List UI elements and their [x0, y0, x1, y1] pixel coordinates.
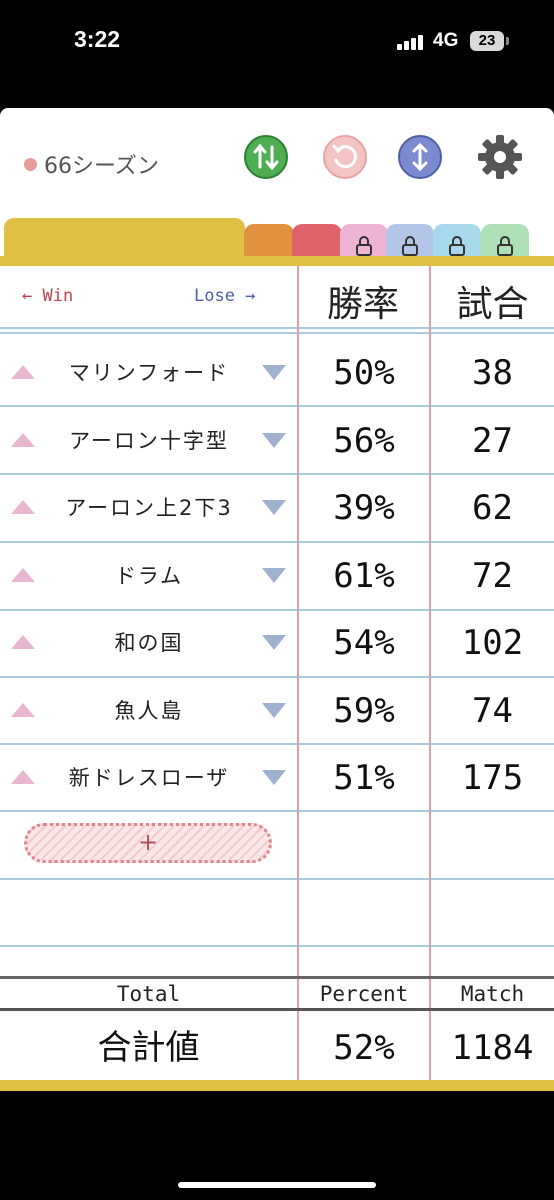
percent-label: Percent: [319, 982, 409, 1006]
status-bar: 3:22 4G 23: [0, 0, 554, 80]
total-match: 1184: [451, 1028, 534, 1068]
deck-name: 和の国: [114, 631, 184, 655]
win-rate: 54%: [333, 623, 395, 663]
sort-button[interactable]: [397, 134, 443, 180]
deck-name: 魚人島: [114, 699, 184, 723]
table-row: マリンフォード 50% 38: [0, 340, 554, 406]
win-up-icon[interactable]: [11, 703, 35, 717]
table-row: 新ドレスローザ 51% 175: [0, 745, 554, 811]
total-label: Total: [116, 982, 181, 1006]
deck-name: アーロン十字型: [69, 429, 229, 453]
season-dot-icon: [24, 158, 37, 171]
swap-vertical-icon: [244, 135, 288, 179]
table-row: ドラム 61% 72: [0, 543, 554, 609]
total-value: 合計値: [97, 1028, 200, 1068]
app-panel: 66シーズン ← Win Lose → 勝率 試合 マリンフォード 50% 38…: [0, 108, 554, 1091]
lose-down-icon[interactable]: [262, 770, 286, 785]
lose-down-icon[interactable]: [262, 365, 286, 380]
undo-button[interactable]: [322, 134, 368, 180]
rule-line: [0, 945, 554, 947]
table-row: アーロン上2下3 39% 62: [0, 475, 554, 541]
network-type: 4G: [433, 30, 459, 51]
lock-icon: [449, 236, 465, 256]
win-rate: 59%: [333, 691, 395, 731]
battery-icon: 23: [470, 31, 504, 51]
undo-icon: [323, 135, 367, 179]
deck-name: ドラム: [114, 564, 184, 588]
lose-down-icon[interactable]: [262, 703, 286, 718]
win-rate: 39%: [333, 488, 395, 528]
rule-line: [0, 878, 554, 880]
win-up-icon[interactable]: [11, 635, 35, 649]
lose-down-icon[interactable]: [262, 500, 286, 515]
table-row: アーロン十字型 56% 27: [0, 408, 554, 474]
sort-icon: [398, 135, 442, 179]
win-rate: 51%: [333, 758, 395, 798]
settings-button[interactable]: [477, 134, 523, 180]
win-label: ← Win: [22, 286, 74, 306]
match-count: 72: [472, 556, 513, 596]
table-row: 和の国 54% 102: [0, 610, 554, 676]
season-label: 66シーズン: [44, 154, 159, 179]
swap-vertical-button[interactable]: [243, 134, 289, 180]
table-row: 魚人島 59% 74: [0, 678, 554, 744]
deck-name: 新ドレスローザ: [68, 766, 230, 790]
add-deck-button[interactable]: +: [24, 823, 272, 863]
match-count: 74: [472, 691, 513, 731]
win-up-icon[interactable]: [11, 365, 35, 379]
lose-down-icon[interactable]: [262, 568, 286, 583]
season-selector[interactable]: 66シーズン: [24, 148, 159, 180]
win-rate: 61%: [333, 556, 395, 596]
win-up-icon[interactable]: [11, 770, 35, 784]
footer-divider: [0, 976, 554, 979]
match-count: 27: [472, 421, 513, 461]
lose-down-icon[interactable]: [262, 635, 286, 650]
win-rate: 50%: [333, 353, 395, 393]
win-rate: 56%: [333, 421, 395, 461]
match-label: Match: [460, 982, 525, 1006]
total-percent: 52%: [333, 1028, 395, 1068]
lock-icon: [402, 236, 418, 256]
col-header-match: 試合: [456, 284, 529, 325]
lock-icon: [497, 236, 513, 256]
col-header-percent: 勝率: [326, 284, 399, 325]
gear-icon: [478, 135, 522, 179]
lose-label: Lose →: [194, 286, 256, 306]
lock-icon: [356, 236, 372, 256]
bottom-bar: [0, 1080, 554, 1091]
win-up-icon[interactable]: [11, 433, 35, 447]
win-up-icon[interactable]: [11, 500, 35, 514]
deck-name: マリンフォード: [68, 361, 230, 385]
footer-divider: [0, 1008, 554, 1011]
match-count: 102: [461, 623, 524, 663]
deck-name: アーロン上2下3: [65, 496, 233, 520]
match-count: 38: [472, 353, 513, 393]
win-up-icon[interactable]: [11, 568, 35, 582]
tab-underline: [0, 256, 554, 266]
home-indicator[interactable]: [178, 1182, 376, 1188]
lose-down-icon[interactable]: [262, 433, 286, 448]
status-time: 3:22: [74, 26, 121, 52]
signal-icon: [397, 34, 427, 50]
match-count: 62: [472, 488, 513, 528]
match-count: 175: [461, 758, 524, 798]
rule-line: [0, 327, 554, 329]
rule-line: [0, 332, 554, 334]
battery-tip: [506, 37, 509, 45]
